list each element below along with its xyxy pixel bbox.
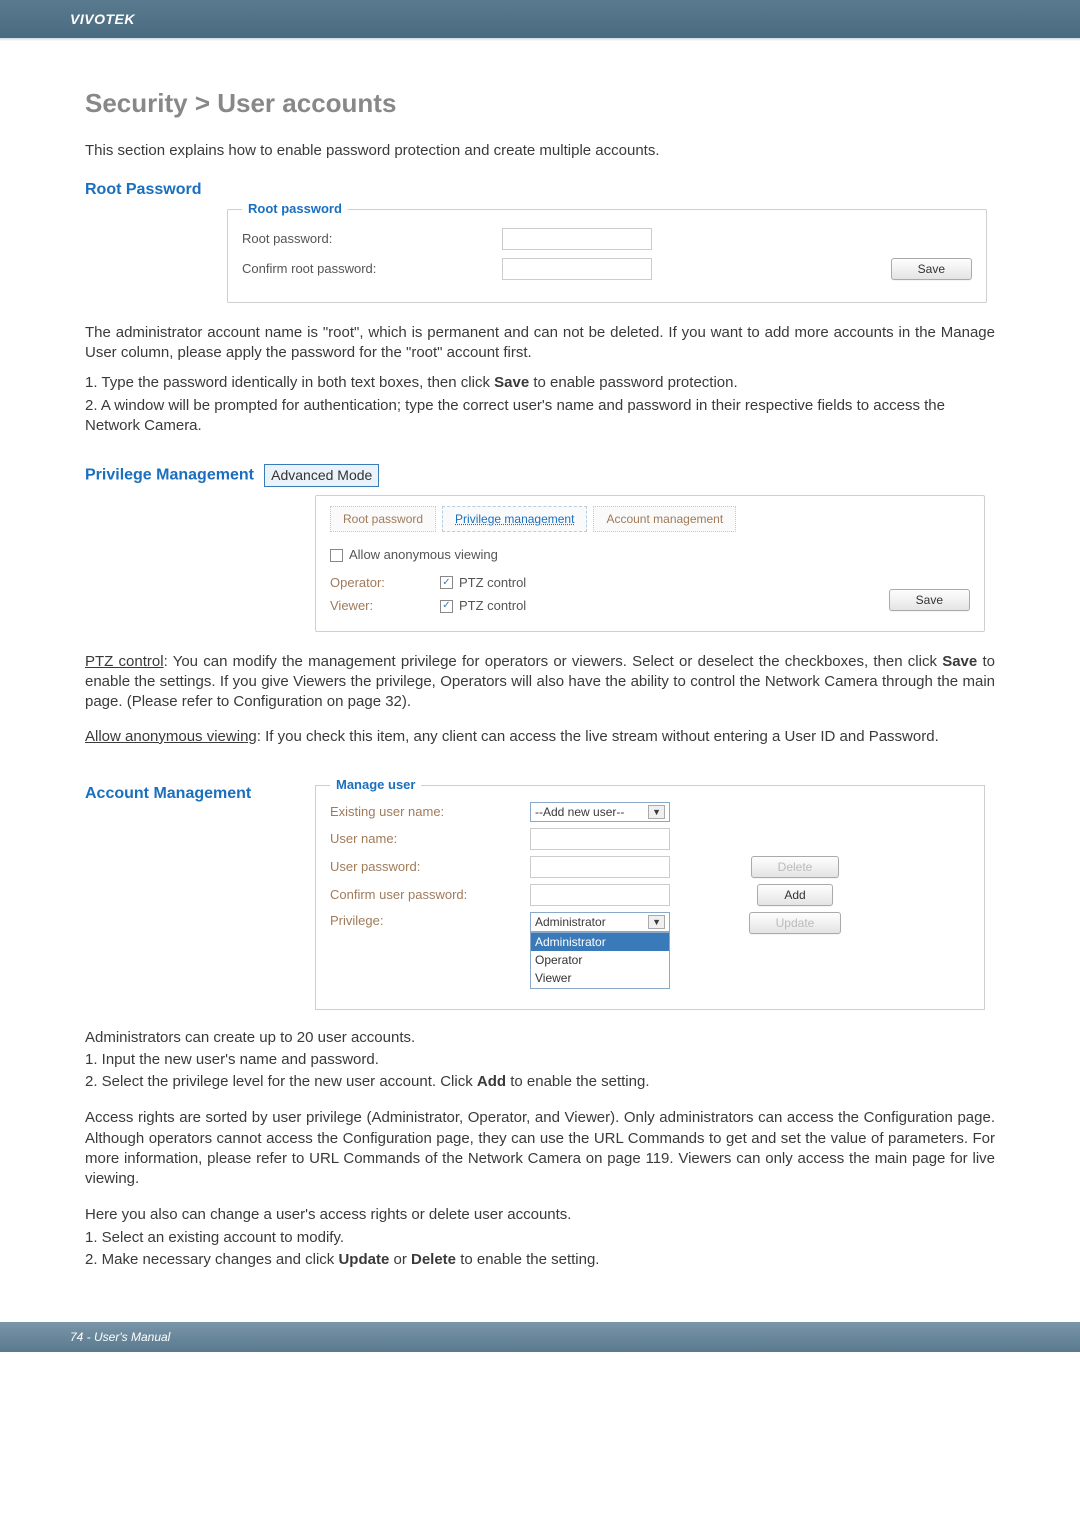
viewer-ptz-checkbox[interactable]: ✓ [440, 600, 453, 613]
acct-para3: Here you also can change a user's access… [85, 1205, 995, 1225]
manage-user-legend: Manage user [330, 776, 421, 794]
acct-step-1: 1. Input the new user's name and passwor… [85, 1050, 995, 1070]
ptz-control-label: PTZ control [459, 597, 526, 615]
root-password-input[interactable] [502, 228, 652, 250]
anon-link: Allow anonymous viewing [85, 728, 257, 745]
text: : You can modify the management privileg… [164, 653, 943, 670]
text: 2. A window will be prompted for authent… [85, 396, 995, 437]
text: : If you check this item, any client can… [257, 728, 939, 745]
ptz-desc: PTZ control: You can modify the manageme… [85, 652, 995, 713]
option-operator[interactable]: Operator [531, 951, 669, 969]
bold: Save [942, 653, 977, 670]
confirm-user-password-label: Confirm user password: [330, 886, 530, 904]
chevron-down-icon: ▼ [648, 915, 665, 929]
text: to enable password protection. [529, 374, 737, 391]
advanced-mode-badge: Advanced Mode [264, 464, 379, 487]
privilege-group: Root password Privilege management Accou… [315, 495, 985, 632]
text: 1. Type the password identically in both… [85, 374, 494, 391]
text: to enable the setting. [506, 1073, 649, 1090]
select-value: --Add new user-- [535, 804, 624, 820]
user-password-label: User password: [330, 858, 530, 876]
text: 2. Make necessary changes and click [85, 1251, 338, 1268]
save-button[interactable]: Save [889, 589, 970, 611]
text: 2. Select the privilege level for the ne… [85, 1073, 477, 1090]
root-password-legend: Root password [242, 200, 348, 218]
bold: Add [477, 1073, 506, 1090]
privilege-select[interactable]: Administrator ▼ [530, 912, 670, 932]
intro-text: This section explains how to enable pass… [85, 141, 995, 161]
bold: Save [494, 374, 529, 391]
text: or [389, 1251, 411, 1268]
page-title: Security > User accounts [85, 86, 995, 121]
footer-bar: 74 - User's Manual [0, 1322, 1080, 1352]
root-step-1: 1. Type the password identically in both… [85, 373, 995, 393]
username-input[interactable] [530, 828, 670, 850]
add-button[interactable]: Add [757, 884, 832, 906]
account-management-heading: Account Management [85, 783, 315, 805]
ptz-control-link: PTZ control [85, 653, 164, 670]
acct-para-rights: Access rights are sorted by user privile… [85, 1108, 995, 1189]
confirm-root-password-label: Confirm root password: [242, 260, 502, 278]
brand-text: VIVOTEK [70, 11, 135, 27]
option-administrator[interactable]: Administrator [531, 933, 669, 951]
bold: Update [338, 1251, 389, 1268]
root-desc: The administrator account name is "root"… [85, 323, 995, 364]
root-password-heading: Root Password [85, 179, 995, 201]
tab-root-password[interactable]: Root password [330, 506, 436, 532]
confirm-root-password-input[interactable] [502, 258, 652, 280]
acct-modify-2: 2. Make necessary changes and click Upda… [85, 1250, 995, 1270]
user-password-input[interactable] [530, 856, 670, 878]
delete-button[interactable]: Delete [751, 856, 840, 878]
text: to enable the setting. [456, 1251, 599, 1268]
operator-label: Operator: [330, 574, 400, 592]
page-number: 74 - User's Manual [70, 1330, 170, 1344]
root-password-label: Root password: [242, 230, 502, 248]
operator-ptz-checkbox[interactable]: ✓ [440, 576, 453, 589]
select-value: Administrator [535, 914, 606, 930]
acct-desc-line0: Administrators can create up to 20 user … [85, 1028, 995, 1048]
anon-desc: Allow anonymous viewing: If you check th… [85, 727, 995, 747]
ptz-control-label: PTZ control [459, 574, 526, 592]
tabs: Root password Privilege management Accou… [330, 506, 970, 532]
save-button[interactable]: Save [891, 258, 972, 280]
root-password-group: Root password Root password: Confirm roo… [227, 209, 987, 303]
existing-user-label: Existing user name: [330, 803, 530, 821]
allow-anonymous-checkbox[interactable] [330, 549, 343, 562]
username-label: User name: [330, 830, 530, 848]
option-viewer[interactable]: Viewer [531, 969, 669, 987]
acct-modify-1: 1. Select an existing account to modify. [85, 1228, 995, 1248]
existing-user-select[interactable]: --Add new user-- ▼ [530, 802, 670, 822]
manage-user-group: Manage user Existing user name: --Add ne… [315, 785, 985, 1010]
bold: Delete [411, 1251, 456, 1268]
tab-privilege-management[interactable]: Privilege management [442, 506, 587, 532]
root-step-2: 2. A window will be prompted for authent… [85, 396, 995, 437]
confirm-user-password-input[interactable] [530, 884, 670, 906]
update-button[interactable]: Update [749, 912, 842, 934]
privilege-heading: Privilege Management [85, 467, 254, 484]
viewer-label: Viewer: [330, 597, 400, 615]
tab-account-management[interactable]: Account management [593, 506, 736, 532]
header-bar: VIVOTEK [0, 0, 1080, 38]
acct-step-2: 2. Select the privilege level for the ne… [85, 1072, 995, 1092]
privilege-label: Privilege: [330, 912, 530, 930]
privilege-dropdown[interactable]: Administrator Operator Viewer [530, 932, 670, 989]
chevron-down-icon: ▼ [648, 805, 665, 819]
allow-anonymous-label: Allow anonymous viewing [349, 546, 498, 564]
